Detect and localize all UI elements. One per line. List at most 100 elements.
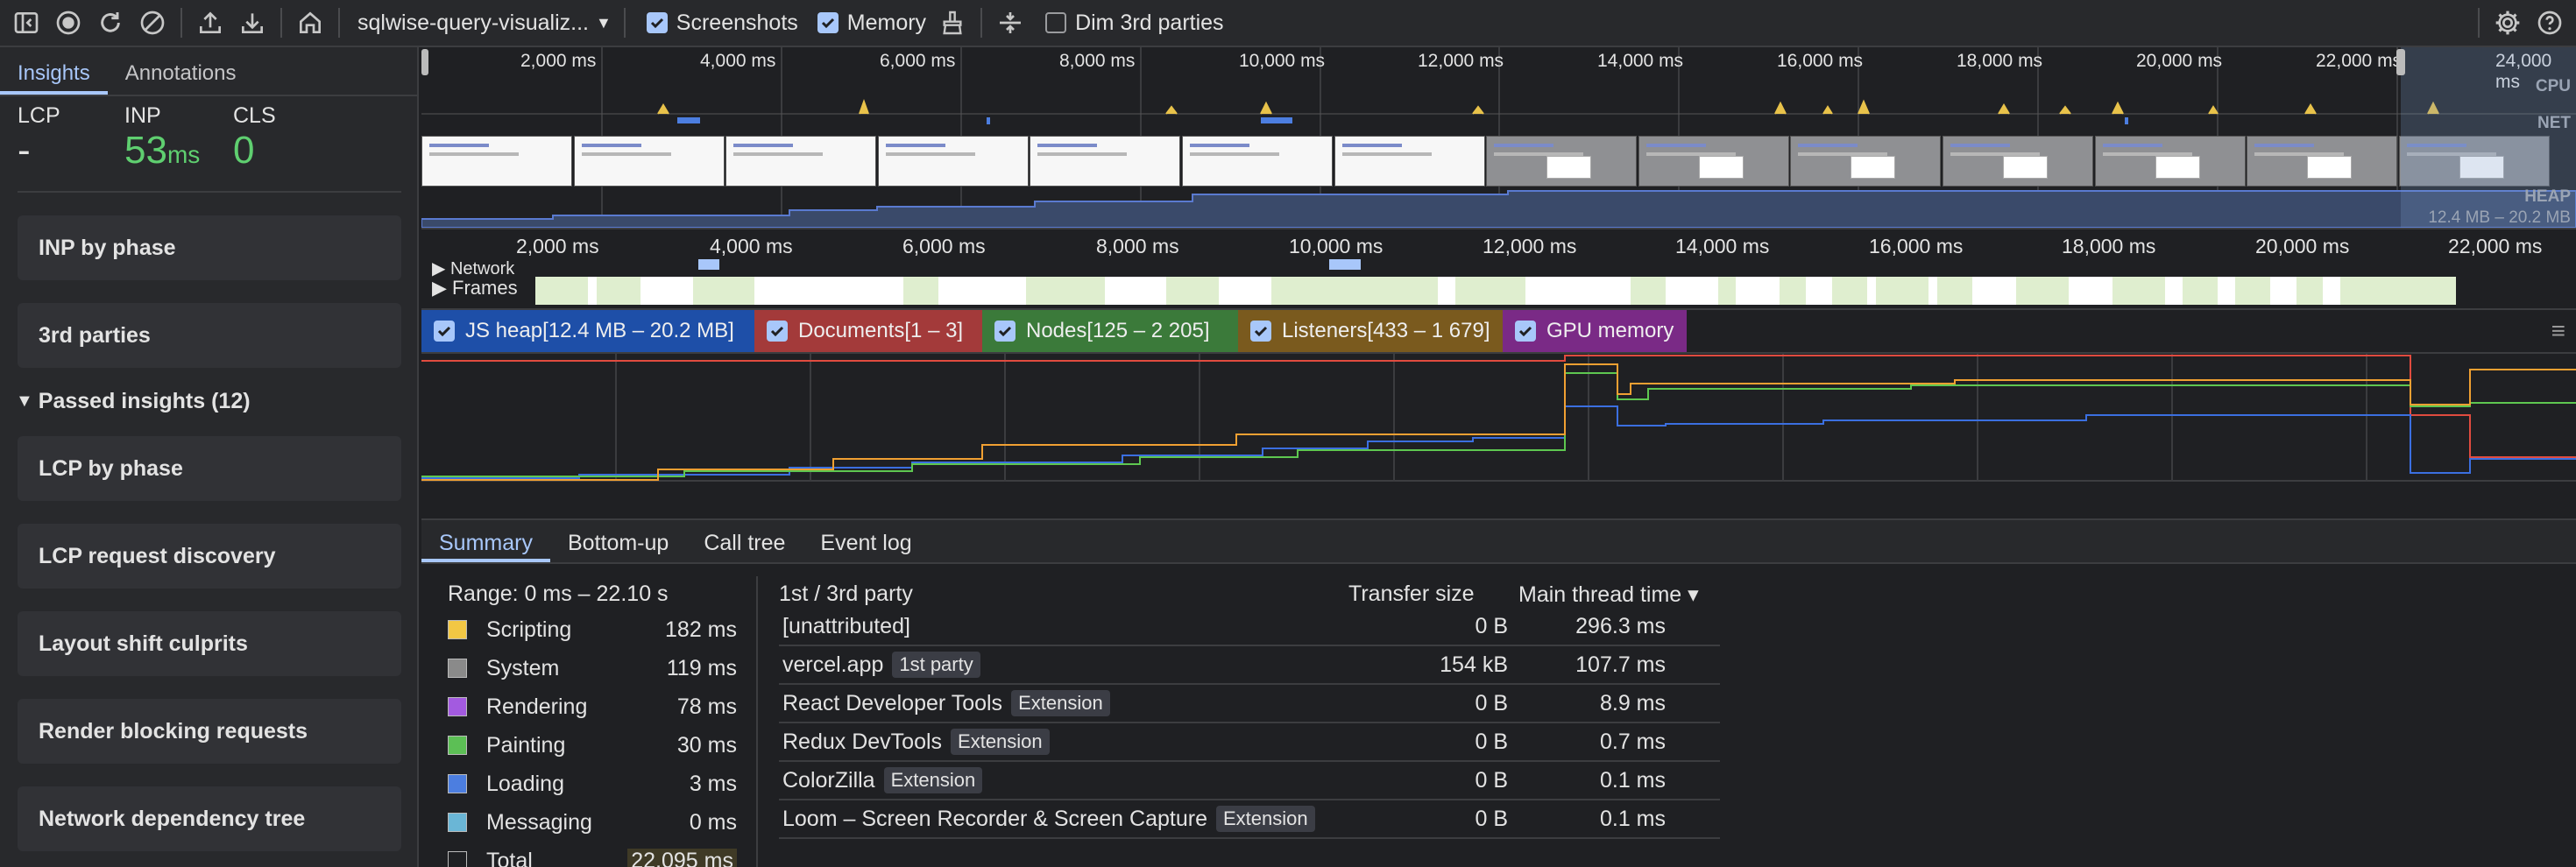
metric-value: -: [18, 129, 31, 172]
record-icon[interactable]: [53, 7, 84, 39]
screenshot-thumbnail[interactable]: [2247, 136, 2398, 187]
screenshot-thumbnail[interactable]: [573, 136, 725, 187]
table-row[interactable]: Redux DevTools Extension 0 B 0.7 ms: [779, 723, 1720, 762]
col-party-header[interactable]: 1st / 3rd party: [779, 582, 913, 607]
frame-segment[interactable]: [1718, 277, 1736, 305]
frame-segment[interactable]: [1455, 277, 1525, 305]
frame-segment[interactable]: [1631, 277, 1666, 305]
transfer-size-cell: 154 kB: [1440, 652, 1508, 677]
screenshot-thumbnail[interactable]: [1638, 136, 1789, 187]
reload-icon[interactable]: [95, 7, 126, 39]
ruler-tick-label: 12,000 ms: [1483, 235, 1577, 257]
recording-select[interactable]: sqlwise-query-visualiz... ▼: [357, 11, 612, 36]
col-main-thread-header[interactable]: Main thread time ▾: [1518, 582, 1699, 608]
category-swatch: [448, 736, 467, 755]
network-request[interactable]: [698, 259, 719, 270]
frame-segment[interactable]: [903, 277, 938, 305]
download-icon[interactable]: [237, 7, 268, 39]
dim-3rd-parties-checkbox[interactable]: Dim 3rd parties: [1045, 11, 1224, 36]
entity-name: Loom – Screen Recorder & Screen Capture: [782, 806, 1207, 831]
memory-counter-toggle[interactable]: GPU memory: [1503, 310, 1687, 352]
tab-call-tree[interactable]: Call tree: [686, 520, 803, 562]
frame-segment[interactable]: [1937, 277, 1972, 305]
memory-counter-toggle[interactable]: Listeners[433 – 1 679]: [1238, 310, 1503, 352]
dim-3rd-parties-label: Dim 3rd parties: [1075, 10, 1224, 35]
settings-icon[interactable]: [2492, 7, 2523, 39]
frame-segment[interactable]: [2340, 277, 2456, 305]
insight-network-dependency-tree[interactable]: Network dependency tree: [18, 786, 401, 851]
checkbox-checked-icon: [1515, 321, 1536, 342]
frames-track-header[interactable]: ▶ Frames: [432, 277, 518, 300]
insight-lcp-by-phase[interactable]: LCP by phase: [18, 436, 401, 501]
table-row[interactable]: Loom – Screen Recorder & Screen Capture E…: [779, 800, 1720, 839]
recording-select-label: sqlwise-query-visualiz...: [357, 10, 589, 35]
frame-segment[interactable]: [1876, 277, 1928, 305]
frame-segment[interactable]: [2183, 277, 2218, 305]
screenshot-thumbnail[interactable]: [1182, 136, 1333, 187]
ruler-tick-label: 16,000 ms: [1869, 235, 1964, 257]
table-row[interactable]: [unattributed] 0 B 296.3 ms: [779, 608, 1720, 646]
passed-insights-toggle[interactable]: ▼ Passed insights (12): [16, 389, 251, 414]
frame-segment[interactable]: [1832, 277, 1867, 305]
frame-segment[interactable]: [1271, 277, 1438, 305]
tab-bottom-up[interactable]: Bottom-up: [550, 520, 686, 562]
broom-icon[interactable]: [937, 7, 968, 39]
memory-checkbox[interactable]: Memory: [817, 11, 926, 36]
frame-segment[interactable]: [2112, 277, 2165, 305]
home-icon[interactable]: [294, 7, 326, 39]
details-panel: Summary Bottom-up Call tree Event log Ra…: [421, 518, 2576, 867]
panel-toggle-icon[interactable]: [11, 7, 42, 39]
timeline-overview[interactable]: 2,000 ms 4,000 ms 6,000 ms 8,000 ms 10,000 m…: [421, 47, 2576, 228]
menu-icon[interactable]: ≡: [2551, 317, 2565, 345]
insight-layout-shift-culprits[interactable]: Layout shift culprits: [18, 611, 401, 676]
tab-event-log[interactable]: Event log: [803, 520, 929, 562]
screenshots-checkbox[interactable]: Screenshots: [646, 10, 798, 36]
frame-segment[interactable]: [2016, 277, 2069, 305]
frame-segment[interactable]: [2235, 277, 2270, 305]
table-row[interactable]: ColorZilla Extension 0 B 0.1 ms: [779, 762, 1720, 800]
frame-segment[interactable]: [1166, 277, 1219, 305]
insight-3rd-parties[interactable]: 3rd parties: [18, 303, 401, 368]
frame-segment[interactable]: [597, 277, 640, 305]
memory-counter-toggle[interactable]: JS heap[12.4 MB – 20.2 MB]: [421, 310, 754, 352]
screenshot-thumbnail[interactable]: [1030, 136, 1181, 187]
screenshot-thumbnail[interactable]: [1334, 136, 1485, 187]
tab-summary[interactable]: Summary: [421, 520, 550, 562]
help-icon[interactable]: [2534, 7, 2565, 39]
overview-selection-handle-left[interactable]: [421, 49, 428, 75]
frame-segment[interactable]: [1026, 277, 1105, 305]
tab-insights[interactable]: Insights: [0, 61, 108, 95]
memory-counter-toggle[interactable]: Documents[1 – 3]: [754, 310, 982, 352]
frame-segment[interactable]: [535, 277, 588, 305]
col-transfer-header[interactable]: Transfer size: [1348, 582, 1475, 607]
memory-counter-toggle[interactable]: Nodes[125 – 2 205]: [982, 310, 1238, 352]
screenshot-thumbnail[interactable]: [421, 136, 572, 187]
net-label: NET: [2537, 114, 2571, 132]
frames-track[interactable]: [535, 277, 2456, 305]
clear-icon[interactable]: [137, 7, 168, 39]
screenshot-thumbnail[interactable]: [725, 136, 877, 187]
tab-annotations[interactable]: Annotations: [108, 61, 254, 95]
frame-segment[interactable]: [693, 277, 754, 305]
screenshot-thumbnail[interactable]: [1486, 136, 1638, 187]
insight-render-blocking-requests[interactable]: Render blocking requests: [18, 699, 401, 764]
screenshot-thumbnail[interactable]: [2094, 136, 2246, 187]
insight-inp-by-phase[interactable]: INP by phase: [18, 215, 401, 280]
network-request[interactable]: [1329, 259, 1361, 270]
memory-chart[interactable]: [421, 352, 2576, 482]
screenshots-label: Screenshots: [676, 10, 798, 35]
insight-lcp-request-discovery[interactable]: LCP request discovery: [18, 524, 401, 589]
screenshot-thumbnail[interactable]: [1943, 136, 2093, 187]
screenshot-thumbnail[interactable]: [1790, 136, 1942, 187]
frame-segment[interactable]: [2296, 277, 2323, 305]
upload-icon[interactable]: [195, 7, 226, 39]
collapse-tracks-icon[interactable]: [994, 7, 1026, 39]
table-row[interactable]: React Developer Tools Extension 0 B 8.9 ms: [779, 685, 1720, 723]
screenshot-thumbnail[interactable]: [877, 136, 1029, 187]
overview-selection-handle-right[interactable]: [2396, 49, 2405, 75]
table-row[interactable]: vercel.app 1st party 154 kB 107.7 ms: [779, 646, 1720, 685]
metric-label: LCP: [18, 103, 60, 128]
frame-segment[interactable]: [1780, 277, 1806, 305]
transfer-size-cell: 0 B: [1475, 806, 1508, 831]
memory-chart-svg: [421, 354, 2576, 482]
